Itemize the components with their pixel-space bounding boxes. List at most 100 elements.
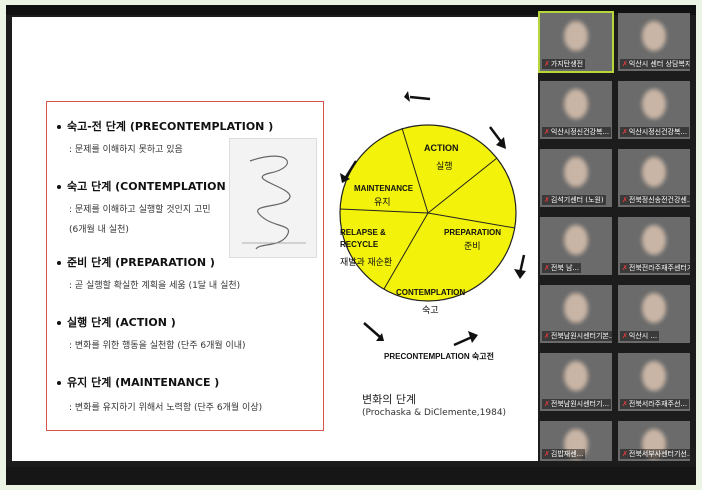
participant-name-label: ✗김밥재센...	[542, 449, 586, 459]
participant-name-label: ✗익산시 ...	[620, 331, 660, 341]
label-preparation-ko: 준비	[464, 241, 481, 251]
participant-name: 전북서부사센터기선...	[628, 450, 690, 458]
avatar	[642, 225, 666, 255]
participant-name: 익산시정신건강복...	[550, 128, 610, 136]
participant-tile[interactable]: ✗전북서부사센터기선...	[618, 421, 690, 461]
bottom-bar	[6, 467, 696, 485]
stage-desc: : 변화를 유지하기 위해서 노력함 (단주 6개월 이상)	[69, 403, 263, 413]
participant-name-label: ✗전북정신송전건강센...	[620, 195, 690, 205]
label-preparation: PREPARATION	[444, 228, 501, 237]
participant-name: 전북 남...	[550, 264, 580, 272]
stage-title: 숙고 단계 (CONTEMPLATION )	[67, 180, 235, 193]
mic-muted-icon: ✗	[622, 60, 628, 68]
label-maintenance-ko: 유지	[374, 197, 391, 207]
bullet-icon	[57, 261, 61, 265]
participant-tile[interactable]: ✗김석기센터 (노원)	[540, 149, 612, 207]
label-recycle: RECYCLE	[340, 240, 379, 249]
stage-desc: (6개월 내 실천)	[69, 225, 129, 235]
stages-box: 숙고-전 단계 (PRECONTEMPLATION ) : 문제를 이해하지 못…	[46, 101, 324, 431]
caption-title: 변화의 단계	[362, 393, 417, 406]
cycle-arrow-icon	[363, 322, 384, 341]
participant-name-label: ✗전북남원시센터기본...	[542, 331, 612, 341]
stage-action: 실행 단계 (ACTION )	[57, 314, 176, 330]
stage-desc: : 곧 실행할 확실한 계획을 세움 (1달 내 실천)	[69, 281, 241, 291]
participant-name: 가지탄생전	[550, 60, 584, 68]
mic-muted-icon: ✗	[622, 332, 628, 340]
participant-tile[interactable]: ✗김밥재센...	[540, 421, 612, 461]
mic-muted-icon: ✗	[622, 400, 628, 408]
participant-tile[interactable]: ✗익산시 센터 상담복지...	[618, 13, 690, 71]
avatar	[642, 21, 666, 51]
participant-name: 전북서라주재주선...	[628, 400, 688, 408]
participant-name-label: ✗전북서라주재주선...	[620, 399, 690, 409]
label-contemplation: CONTEMPLATION	[396, 288, 465, 297]
label-relapse: RELAPSE &	[340, 228, 386, 237]
stage-title: 유지 단계 (MAINTENANCE )	[67, 376, 220, 389]
mic-muted-icon: ✗	[622, 196, 628, 204]
label-contemplation-ko: 숙고	[422, 305, 439, 315]
participant-tile[interactable]: ✗익산시정신건강복...	[540, 81, 612, 139]
stage-title: 실행 단계 (ACTION )	[67, 316, 176, 329]
avatar	[564, 293, 588, 323]
stage-desc: : 문제를 이해하고 실행할 것인지 고민	[69, 205, 211, 215]
participant-name-label: ✗익산시정신건강복...	[542, 127, 612, 137]
stage-contemplation: 숙고 단계 (CONTEMPLATION )	[57, 178, 235, 194]
cycle-arrow-icon	[489, 126, 506, 149]
participant-name-label: ✗김석기센터 (노원)	[542, 195, 606, 205]
participant-tile[interactable]: ✗전북전라주재주센터기선...	[618, 217, 690, 275]
participant-tile[interactable]: ✗익산시 ...	[618, 285, 690, 343]
bullet-icon	[57, 381, 61, 385]
stage-desc: : 변화를 위한 행동을 실천함 (단주 6개월 이내)	[69, 341, 246, 351]
participant-name-label: ✗전북남원시센터기...	[542, 399, 612, 409]
mic-muted-icon: ✗	[544, 450, 550, 458]
stage-desc: : 문제를 이해하지 못하고 있음	[69, 145, 183, 155]
label-maintenance: MAINTENANCE	[354, 184, 414, 193]
mic-muted-icon: ✗	[622, 450, 628, 458]
participant-tile[interactable]: ✗전북서라주재주선...	[618, 353, 690, 411]
participant-tile[interactable]: ✗전북 남...	[540, 217, 612, 275]
bullet-icon	[57, 125, 61, 129]
stage-title: 준비 단계 (PREPARATION )	[67, 256, 215, 269]
avatar	[564, 89, 588, 119]
participant-name: 익산시정신건강복...	[628, 128, 688, 136]
participant-name: 전북정신송전건강센...	[628, 196, 690, 204]
spiral-sketch-image	[229, 138, 317, 258]
participant-name-label: ✗가지탄생전	[542, 59, 586, 69]
participant-name: 전북남원시센터기...	[550, 400, 610, 408]
mic-muted-icon: ✗	[544, 400, 550, 408]
stage-preparation: 준비 단계 (PREPARATION )	[57, 254, 215, 270]
cycle-arrow-icon	[514, 254, 526, 279]
label-action: ACTION	[424, 143, 459, 153]
stage-precontemplation: 숙고-전 단계 (PRECONTEMPLATION )	[57, 118, 273, 134]
label-action-ko: 실행	[436, 160, 453, 171]
stage-title: 숙고-전 단계 (PRECONTEMPLATION )	[67, 120, 274, 133]
avatar	[642, 157, 666, 187]
participant-name: 전북남원시센터기본...	[550, 332, 612, 340]
stages-of-change-diagram: ACTION 실행 MAINTENANCE 유지 PREPARATION 준비 …	[324, 69, 538, 369]
participant-name-label: ✗전북 남...	[542, 263, 582, 273]
participant-tile[interactable]: ✗가지탄생전	[538, 11, 614, 73]
mic-muted-icon: ✗	[544, 60, 550, 68]
participant-name: 익산시 ...	[628, 332, 658, 340]
participant-name: 김석기센터 (노원)	[550, 196, 604, 204]
avatar	[642, 361, 666, 391]
stage-maintenance: 유지 단계 (MAINTENANCE )	[57, 374, 219, 390]
mic-muted-icon: ✗	[544, 264, 550, 272]
label-precontemplation: PRECONTEMPLATION 숙고전	[384, 351, 494, 361]
participant-tile[interactable]: ✗전북정신송전건강센...	[618, 149, 690, 207]
mic-muted-icon: ✗	[544, 196, 550, 204]
participant-tile[interactable]: ✗전북남원시센터기본...	[540, 285, 612, 343]
cycle-arrow-icon	[453, 331, 478, 347]
shared-slide: 숙고-전 단계 (PRECONTEMPLATION ) : 문제를 이해하지 못…	[12, 17, 538, 461]
mic-muted-icon: ✗	[544, 332, 550, 340]
bullet-icon	[57, 321, 61, 325]
avatar	[642, 293, 666, 323]
participant-name: 익산시 센터 상담복지...	[628, 60, 690, 68]
meeting-window: 숙고-전 단계 (PRECONTEMPLATION ) : 문제를 이해하지 못…	[6, 5, 696, 485]
cycle-arrow-icon	[404, 91, 431, 102]
avatar	[564, 361, 588, 391]
participant-tile[interactable]: ✗전북남원시센터기...	[540, 353, 612, 411]
participant-tile[interactable]: ✗익산시정신건강복...	[618, 81, 690, 139]
participant-name: 전북전라주재주센터기선...	[628, 264, 690, 272]
label-relapse-ko: 재발과 재순환	[340, 256, 392, 267]
